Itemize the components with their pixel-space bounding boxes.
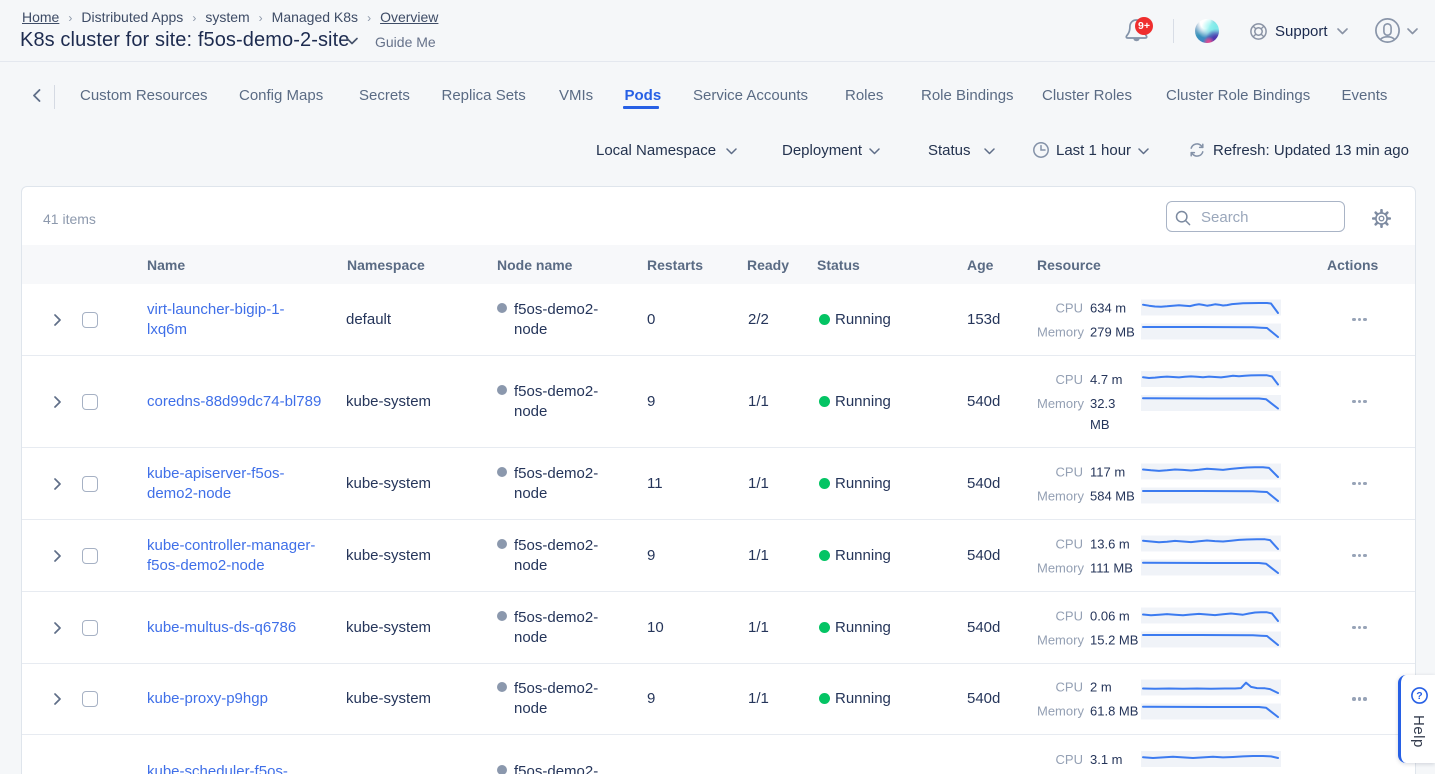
svg-text:?: ? <box>1416 690 1422 702</box>
